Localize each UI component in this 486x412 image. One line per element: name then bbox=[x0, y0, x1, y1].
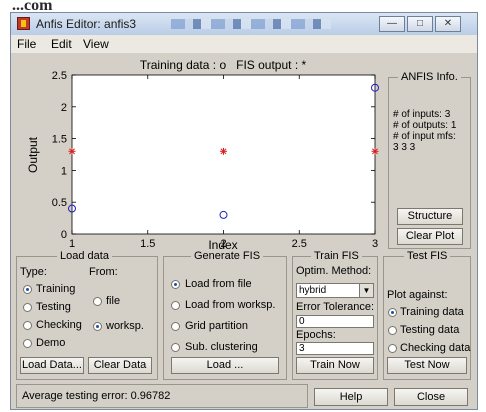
fis-output-point bbox=[220, 147, 227, 155]
x-tick-label: 3 bbox=[372, 238, 378, 250]
train-now-button[interactable]: Train Now bbox=[296, 357, 374, 374]
menu-bar: File Edit View bbox=[11, 35, 477, 54]
close-window-button[interactable]: ✕ bbox=[435, 16, 461, 32]
title-bar-artifact bbox=[171, 19, 331, 29]
y-tick-label: 0.5 bbox=[52, 197, 67, 209]
epochs-input[interactable]: 3 bbox=[296, 342, 374, 355]
from-file-label: file bbox=[106, 295, 121, 307]
generate-fis-title: Generate FIS bbox=[191, 250, 264, 262]
sub-clustering-label: Sub. clustering bbox=[185, 341, 258, 353]
type-checking-label: Checking bbox=[36, 319, 82, 331]
type-testing-label: Testing bbox=[36, 301, 71, 313]
test-training-data-radio[interactable] bbox=[388, 308, 397, 317]
menu-view[interactable]: View bbox=[83, 37, 109, 51]
matlab-app-icon bbox=[17, 17, 30, 30]
y-tick-label: 1.5 bbox=[52, 134, 67, 146]
train-fis-title: Train FIS bbox=[311, 250, 362, 262]
load-data-title: Load data bbox=[57, 250, 112, 262]
clear-plot-button[interactable]: Clear Plot bbox=[397, 228, 463, 245]
fis-output-point bbox=[371, 147, 379, 155]
type-testing-radio[interactable] bbox=[23, 303, 32, 312]
test-now-button[interactable]: Test Now bbox=[387, 357, 467, 374]
epochs-label: Epochs: bbox=[296, 329, 336, 341]
dropdown-arrow-icon: ▼ bbox=[359, 284, 373, 297]
structure-button[interactable]: Structure bbox=[397, 208, 463, 225]
error-tolerance-input[interactable]: 0 bbox=[296, 315, 374, 328]
from-file-radio[interactable] bbox=[93, 297, 102, 306]
from-label: From: bbox=[89, 266, 118, 278]
x-tick-label: 1.5 bbox=[140, 238, 155, 250]
num-input-mfs-value: 3 3 3 bbox=[393, 142, 416, 153]
from-worksp-radio[interactable] bbox=[93, 322, 102, 331]
status-text: Average testing error: 0.96782 bbox=[22, 390, 171, 402]
sub-clustering-radio[interactable] bbox=[171, 343, 180, 352]
y-axis-label: Output bbox=[26, 136, 40, 173]
load-data-button[interactable]: Load Data... bbox=[20, 357, 84, 374]
anfis-editor-window: Anfis Editor: anfis3 — □ ✕ File Edit Vie… bbox=[10, 12, 478, 410]
x-tick-label: 2.5 bbox=[292, 238, 307, 250]
type-label: Type: bbox=[20, 266, 47, 278]
x-tick-label: 1 bbox=[69, 238, 75, 250]
menu-edit[interactable]: Edit bbox=[51, 37, 72, 51]
optim-method-label: Optim. Method: bbox=[296, 265, 372, 277]
close-icon: ✕ bbox=[443, 18, 453, 29]
y-tick-label: 0 bbox=[61, 229, 67, 241]
test-checking-data-radio[interactable] bbox=[388, 344, 397, 353]
anfis-plot: Training data : o FIS output : * 0 0.5 1 1.… bbox=[26, 58, 379, 251]
menu-file[interactable]: File bbox=[17, 37, 36, 51]
test-fis-title: Test FIS bbox=[404, 250, 451, 262]
status-bar: Average testing error: 0.96782 bbox=[16, 384, 308, 408]
type-demo-label: Demo bbox=[36, 337, 66, 349]
test-testing-data-label: Testing data bbox=[400, 324, 460, 336]
plot-title: Training data : o FIS output : * bbox=[140, 58, 307, 72]
num-inputs: # of inputs: 3 bbox=[393, 109, 451, 120]
num-outputs: # of outputs: 1 bbox=[393, 120, 457, 131]
load-from-worksp-radio[interactable] bbox=[171, 301, 180, 310]
num-input-mfs-label: # of input mfs: bbox=[393, 131, 456, 142]
y-tick-label: 2.5 bbox=[52, 70, 67, 82]
y-tick-label: 1 bbox=[61, 165, 67, 177]
clear-data-button[interactable]: Clear Data bbox=[88, 357, 152, 374]
maximize-button[interactable]: □ bbox=[407, 16, 433, 32]
train-fis-group: Train FIS Optim. Method: hybrid ▼ Error … bbox=[292, 250, 378, 380]
test-testing-data-radio[interactable] bbox=[388, 326, 397, 335]
load-from-file-label: Load from file bbox=[185, 278, 252, 290]
test-checking-data-label: Checking data bbox=[400, 342, 471, 354]
maximize-icon: □ bbox=[416, 18, 424, 29]
y-tick-label: 2 bbox=[61, 102, 67, 114]
test-training-data-label: Training data bbox=[400, 306, 464, 318]
type-training-radio[interactable] bbox=[23, 285, 32, 294]
grid-partition-label: Grid partition bbox=[185, 320, 248, 332]
generate-fis-group: Generate FIS Load from file Load from wo… bbox=[163, 250, 287, 380]
close-button[interactable]: Close bbox=[394, 388, 468, 406]
help-button[interactable]: Help bbox=[314, 388, 388, 406]
fis-output-point bbox=[68, 147, 76, 155]
optim-method-select[interactable]: hybrid ▼ bbox=[296, 283, 374, 298]
editor-body: Training data : o FIS output : * 0 0.5 1 1.… bbox=[11, 53, 477, 409]
type-demo-radio[interactable] bbox=[23, 339, 32, 348]
load-from-file-radio[interactable] bbox=[171, 280, 180, 289]
minimize-icon: — bbox=[387, 18, 397, 29]
error-tolerance-label: Error Tolerance: bbox=[296, 301, 375, 313]
window-title: Anfis Editor: anfis3 bbox=[36, 17, 137, 31]
type-training-label: Training bbox=[36, 283, 76, 295]
grid-partition-radio[interactable] bbox=[171, 322, 180, 331]
minimize-button[interactable]: — bbox=[379, 16, 405, 32]
anfis-info-title: ANFIS Info. bbox=[398, 71, 461, 83]
load-fis-button[interactable]: Load ... bbox=[171, 357, 279, 374]
optim-method-value: hybrid bbox=[299, 285, 327, 296]
plot-against-label: Plot against: bbox=[387, 289, 448, 301]
type-checking-radio[interactable] bbox=[23, 321, 32, 330]
anfis-info-group: ANFIS Info. # of inputs: 3 # of outputs:… bbox=[388, 71, 471, 249]
load-from-worksp-label: Load from worksp. bbox=[185, 299, 276, 311]
title-bar[interactable]: Anfis Editor: anfis3 — □ ✕ bbox=[11, 13, 477, 35]
load-data-group: Load data Type: From: Training Testing C… bbox=[16, 250, 158, 380]
from-worksp-label: worksp. bbox=[106, 320, 144, 332]
test-fis-group: Test FIS Plot against: Training data Tes… bbox=[383, 250, 471, 380]
